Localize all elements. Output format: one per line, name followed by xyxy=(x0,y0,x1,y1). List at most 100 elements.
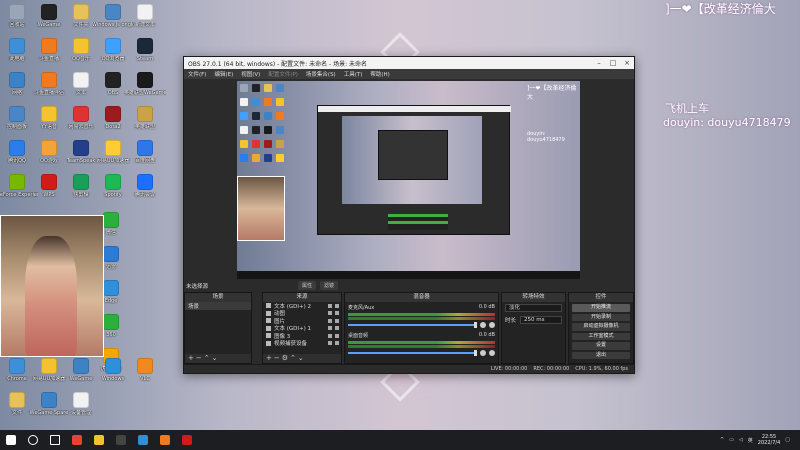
obs-icon[interactable] xyxy=(110,430,132,450)
up-icon[interactable]: ⌃ xyxy=(204,354,212,362)
down-icon[interactable]: ⌄ xyxy=(212,354,220,362)
desktop-icon[interactable]: 新建文本 xyxy=(124,4,166,36)
close-icon[interactable]: × xyxy=(620,57,634,69)
sources-footer: +−⚙⌃⌄ xyxy=(263,354,341,363)
volume-handle[interactable] xyxy=(474,350,477,356)
exit-button[interactable]: 退出 xyxy=(572,351,630,359)
lock-icon[interactable] xyxy=(335,303,339,308)
filters-button[interactable]: 滤镜 xyxy=(320,281,339,290)
transitions-title: 转场特效 xyxy=(502,293,565,302)
edge-icon[interactable] xyxy=(132,430,154,450)
volume-slider[interactable] xyxy=(348,350,477,356)
desktop-icon[interactable]: VLC xyxy=(124,358,166,390)
clock[interactable]: 22:55 2022/7/4 xyxy=(758,434,780,446)
obs-preview[interactable]: ]一❤【改革经济倫大 douyin: douyu4718479 xyxy=(237,81,580,279)
obs-title-bar[interactable]: OBS 27.0.1 (64 bit, windows) - 配置文件: 未命名… xyxy=(184,57,634,69)
lock-icon[interactable] xyxy=(335,333,339,338)
xunlei-icon xyxy=(103,246,119,262)
mixer-gear-icon[interactable] xyxy=(489,322,495,328)
menu-profile[interactable]: 配置文件(P) xyxy=(268,70,298,78)
device-icon xyxy=(73,392,89,408)
virtual-camera-button[interactable]: 启动虚拟摄像机 xyxy=(572,323,630,331)
overlay-line-2: douyin: douyu4718479 xyxy=(663,116,791,129)
mixer-channel-desktop: 桌面音频 0.0 dB xyxy=(348,332,495,356)
chrome-icon[interactable] xyxy=(66,430,88,450)
video-edit-icon xyxy=(73,174,89,190)
studio-mode-button[interactable]: 工作室模式 xyxy=(572,332,630,340)
ime-indicator[interactable]: 英 xyxy=(748,437,753,444)
properties-button[interactable]: 属性 xyxy=(298,281,317,290)
add-icon[interactable]: + xyxy=(188,354,196,362)
netease-icon[interactable] xyxy=(176,430,198,450)
eye-icon[interactable] xyxy=(328,326,332,331)
menu-file[interactable]: 文件(F) xyxy=(188,70,206,78)
search-icon[interactable] xyxy=(22,430,44,450)
volume-meter-2 xyxy=(348,345,495,348)
netease-music-icon xyxy=(73,106,89,122)
menu-scene-collection[interactable]: 场景集合(S) xyxy=(306,70,336,78)
volume-slider[interactable] xyxy=(348,322,477,328)
lock-icon[interactable] xyxy=(335,341,339,346)
mixer-gear-icon[interactable] xyxy=(489,350,495,356)
obs-menu-bar: 文件(F) 编辑(E) 视图(V) 配置文件(P) 场景集合(S) 工具(T) … xyxy=(184,69,634,79)
source-up-icon[interactable]: ⌃ xyxy=(290,354,298,362)
settings-button[interactable]: 设置 xyxy=(572,342,630,350)
desktop-icon[interactable]: 腾讯会议 xyxy=(124,174,166,206)
volume-handle[interactable] xyxy=(474,322,477,328)
scene-item[interactable]: 场景 xyxy=(185,302,251,310)
menu-view[interactable]: 视图(V) xyxy=(241,70,260,78)
remove-source-icon[interactable]: − xyxy=(274,354,282,362)
taskbar: ^ ▭ ◁ 英 22:55 2022/7/4 ▢ xyxy=(0,430,800,450)
qq-icon xyxy=(9,140,25,156)
notification-icon[interactable]: ▢ xyxy=(785,437,790,443)
volume-meter xyxy=(348,313,495,316)
menu-edit[interactable]: 编辑(E) xyxy=(214,70,233,78)
menu-help[interactable]: 帮助(H) xyxy=(370,70,389,78)
lock-icon[interactable] xyxy=(335,311,339,316)
network-icon[interactable]: ▭ xyxy=(729,437,734,443)
transition-mode-select[interactable]: 淡化 xyxy=(505,304,562,312)
start-streaming-button[interactable]: 开始推流 xyxy=(572,304,630,312)
desktop-icon[interactable]: Steam xyxy=(124,38,166,70)
system-tray: ^ ▭ ◁ 英 22:55 2022/7/4 ▢ xyxy=(720,430,790,450)
source-down-icon[interactable]: ⌄ xyxy=(298,354,306,362)
menu-tools[interactable]: 工具(T) xyxy=(344,70,363,78)
desktop-icon[interactable]: 设备管理 xyxy=(60,392,102,424)
duration-input[interactable]: 250 ms xyxy=(520,316,562,324)
speaker-icon[interactable] xyxy=(480,350,486,356)
webcam-subject xyxy=(25,236,77,356)
teamspeak-icon xyxy=(73,140,89,156)
lock-icon[interactable] xyxy=(335,326,339,331)
wegame-icon xyxy=(41,4,57,20)
minimize-icon[interactable]: – xyxy=(592,57,606,69)
task-view-icon[interactable] xyxy=(44,430,66,450)
speaker-icon[interactable] xyxy=(480,322,486,328)
preview-nested-obs xyxy=(317,105,511,235)
obs-window[interactable]: OBS 27.0.1 (64 bit, windows) - 配置文件: 未命名… xyxy=(183,56,635,374)
eye-icon[interactable] xyxy=(328,303,332,308)
source-item[interactable]: 视频捕获设备 xyxy=(263,340,341,347)
eye-icon[interactable] xyxy=(328,318,332,323)
controls-title: 控件 xyxy=(569,293,633,302)
scenes-dock: 场景 场景 +−⌃⌄ xyxy=(184,292,252,364)
desktop-icon[interactable]: 百度网盘 xyxy=(124,140,166,172)
explorer-icon[interactable] xyxy=(88,430,110,450)
maximize-icon[interactable]: □ xyxy=(606,57,620,69)
source-gear-icon[interactable]: ⚙ xyxy=(282,354,290,362)
folder-2-icon xyxy=(9,392,25,408)
douyu-companion-icon xyxy=(41,72,57,88)
volume-icon[interactable]: ◁ xyxy=(739,437,743,443)
eye-icon[interactable] xyxy=(328,341,332,346)
eye-icon[interactable] xyxy=(328,311,332,316)
remove-icon[interactable]: − xyxy=(196,354,204,362)
windows-start-icon[interactable] xyxy=(0,430,22,450)
tray-chevron-icon[interactable]: ^ xyxy=(720,437,724,443)
add-source-icon[interactable]: + xyxy=(266,354,274,362)
eye-icon[interactable] xyxy=(328,333,332,338)
lock-icon[interactable] xyxy=(335,318,339,323)
desktop-icon[interactable]: 英雄联盟WeGame版 xyxy=(124,72,166,104)
start-recording-button[interactable]: 开始录制 xyxy=(572,313,630,321)
douyu-icon[interactable] xyxy=(154,430,176,450)
lol-icon xyxy=(137,72,153,88)
desktop-icon[interactable]: 英雄联盟 xyxy=(124,106,166,138)
